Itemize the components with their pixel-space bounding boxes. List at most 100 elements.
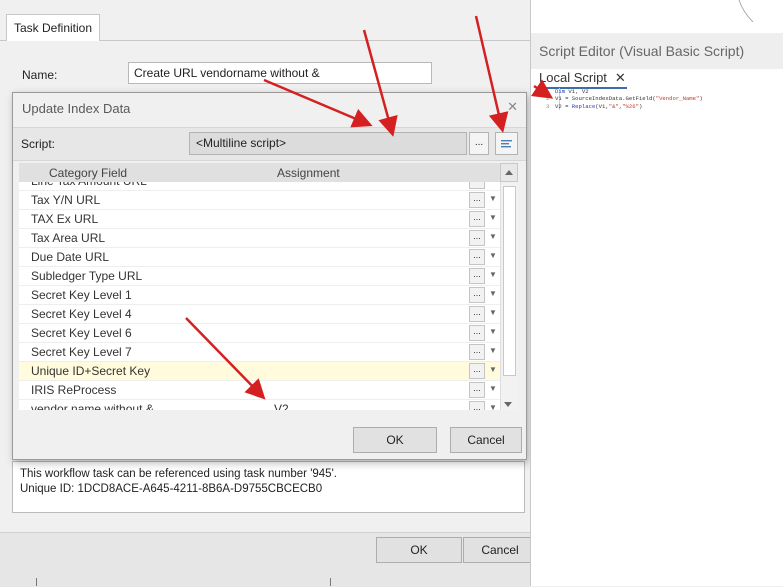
row-browse-button[interactable]: ... (469, 287, 485, 303)
cancel-button[interactable]: Cancel (463, 537, 537, 563)
code-editor[interactable]: 1 Dim V1, V2 2 V1 = SourceIndexData.GetFiel… (546, 88, 776, 110)
table-row[interactable]: Line Tax Amount URL... ▼ (19, 182, 500, 191)
code-token: ) (638, 102, 643, 110)
chevron-down-icon[interactable]: ▼ (489, 346, 497, 355)
chevron-down-icon[interactable]: ▼ (489, 194, 497, 203)
chevron-down-icon[interactable]: ▼ (489, 327, 497, 336)
code-line: 1 Dim V1, V2 (546, 88, 776, 95)
code-token: V1 = SourceIndexData.GetField( (555, 95, 656, 103)
code-token: Replace (571, 102, 596, 110)
assignment-cell[interactable]: V2 (274, 402, 289, 410)
chevron-down-icon[interactable]: ▼ (489, 289, 497, 298)
chevron-down-icon[interactable]: ▼ (489, 270, 497, 279)
table-row[interactable]: Secret Key Level 6... ▼ (19, 324, 500, 343)
code-token: Dim (555, 88, 566, 95)
ok-button[interactable]: OK (376, 537, 462, 563)
chevron-down-icon[interactable]: ▼ (489, 308, 497, 317)
category-cell: Secret Key Level 1 (31, 288, 132, 302)
update-index-data-dialog: Update Index Data ✕ Script: <Multiline s… (12, 92, 527, 460)
table-row[interactable]: Unique ID+Secret Key... ▼ (19, 362, 500, 381)
code-line: 2 V1 = SourceIndexData.GetField("Vendor_N… (546, 95, 776, 102)
chevron-down-icon[interactable]: ▼ (489, 384, 497, 393)
code-token: (V1, (595, 102, 609, 110)
script-browse-button[interactable]: ... (469, 132, 489, 155)
editor-title: Script Editor (Visual Basic Script) (539, 43, 745, 59)
tab-local-script[interactable]: Local Script ✕ (539, 70, 626, 86)
script-row: Script: <Multiline script> ... (13, 127, 526, 161)
row-browse-button[interactable]: ... (469, 249, 485, 265)
category-cell: vendor name without & (31, 402, 154, 410)
table-row[interactable]: Tax Y/N URL... ▼ (19, 191, 500, 210)
script-field[interactable]: <Multiline script> (189, 132, 467, 155)
row-browse-button[interactable]: ... (469, 182, 485, 189)
divider (330, 578, 331, 586)
column-header-category[interactable]: Category Field (49, 166, 127, 180)
table-row[interactable]: Secret Key Level 4... ▼ (19, 305, 500, 324)
dialog-ok-button[interactable]: OK (353, 427, 437, 453)
row-browse-button[interactable]: ... (469, 325, 485, 341)
line-number: 2 (546, 95, 550, 103)
scrollbar-thumb[interactable] (503, 186, 516, 376)
chevron-down-icon[interactable]: ▼ (489, 251, 497, 260)
close-icon[interactable]: ✕ (507, 99, 518, 115)
category-cell: Tax Y/N URL (31, 193, 101, 207)
category-grid: Line Tax Amount URL...▼Tax Y/N URL...▼TA… (19, 182, 500, 410)
table-row[interactable]: TAX Ex URL... ▼ (19, 210, 500, 229)
code-token: ) (699, 95, 703, 103)
category-cell: Tax Area URL (31, 231, 106, 245)
window-edge-curve (738, 0, 754, 22)
table-row[interactable]: vendor name without & V2... ▼ (19, 400, 500, 410)
code-token: V2 = (555, 102, 572, 110)
category-cell: Line Tax Amount URL (31, 182, 147, 188)
row-browse-button[interactable]: ... (469, 192, 485, 208)
category-cell: IRIS ReProcess (31, 383, 117, 397)
column-header-assignment[interactable]: Assignment (277, 166, 340, 180)
code-token: "&" (608, 102, 619, 110)
tab-label: Local Script (539, 70, 607, 85)
category-cell: Subledger Type URL (31, 269, 143, 283)
divider (36, 578, 37, 586)
chevron-down-icon[interactable]: ▼ (489, 232, 497, 241)
task-number-text: This workflow task can be referenced usi… (20, 468, 337, 480)
tab-strip: Task Definition (0, 0, 552, 41)
row-browse-button[interactable]: ... (469, 401, 485, 410)
script-editor-pane: Script Editor (Visual Basic Script) Loca… (530, 0, 783, 586)
category-cell: Secret Key Level 7 (31, 345, 132, 359)
code-token: "Vendor_Name" (655, 95, 700, 103)
name-label: Name: (22, 68, 58, 82)
chevron-down-icon[interactable]: ▼ (489, 182, 497, 184)
row-browse-button[interactable]: ... (469, 230, 485, 246)
chevron-down-icon[interactable]: ▼ (489, 365, 497, 374)
chevron-down-icon[interactable]: ▼ (489, 403, 497, 410)
scroll-down-icon[interactable] (500, 399, 518, 411)
row-browse-button[interactable]: ... (469, 363, 485, 379)
unique-id-text: Unique ID: 1DCD8ACE-A645-4211-8B6A-D9755… (20, 483, 323, 495)
chevron-down-icon[interactable]: ▼ (489, 213, 497, 222)
dialog-title: Update Index Data (22, 101, 131, 116)
row-browse-button[interactable]: ... (469, 268, 485, 284)
line-number: 1 (546, 88, 550, 95)
row-browse-button[interactable]: ... (469, 211, 485, 227)
table-row[interactable]: Due Date URL... ▼ (19, 248, 500, 267)
dialog-cancel-button[interactable]: Cancel (450, 427, 522, 453)
category-cell: Secret Key Level 6 (31, 326, 132, 340)
category-cell: Due Date URL (31, 250, 110, 264)
line-number: 3 (546, 102, 550, 110)
script-editor-button[interactable] (495, 132, 518, 155)
script-edit-icon (501, 140, 512, 148)
name-input[interactable]: Create URL vendorname without & (128, 62, 432, 84)
tab-task-definition[interactable]: Task Definition (6, 14, 100, 41)
category-cell: Secret Key Level 4 (31, 307, 132, 321)
table-row[interactable]: Subledger Type URL... ▼ (19, 267, 500, 286)
code-token: V1, V2 (565, 88, 589, 95)
table-row[interactable]: IRIS ReProcess... ▼ (19, 381, 500, 400)
table-row[interactable]: Secret Key Level 7... ▼ (19, 343, 500, 362)
row-browse-button[interactable]: ... (469, 306, 485, 322)
scroll-up-icon[interactable] (500, 163, 518, 182)
row-browse-button[interactable]: ... (469, 344, 485, 360)
table-row[interactable]: Secret Key Level 1... ▼ (19, 286, 500, 305)
row-browse-button[interactable]: ... (469, 382, 485, 398)
category-cell: TAX Ex URL (31, 212, 99, 226)
close-icon[interactable]: ✕ (615, 70, 626, 85)
table-row[interactable]: Tax Area URL... ▼ (19, 229, 500, 248)
